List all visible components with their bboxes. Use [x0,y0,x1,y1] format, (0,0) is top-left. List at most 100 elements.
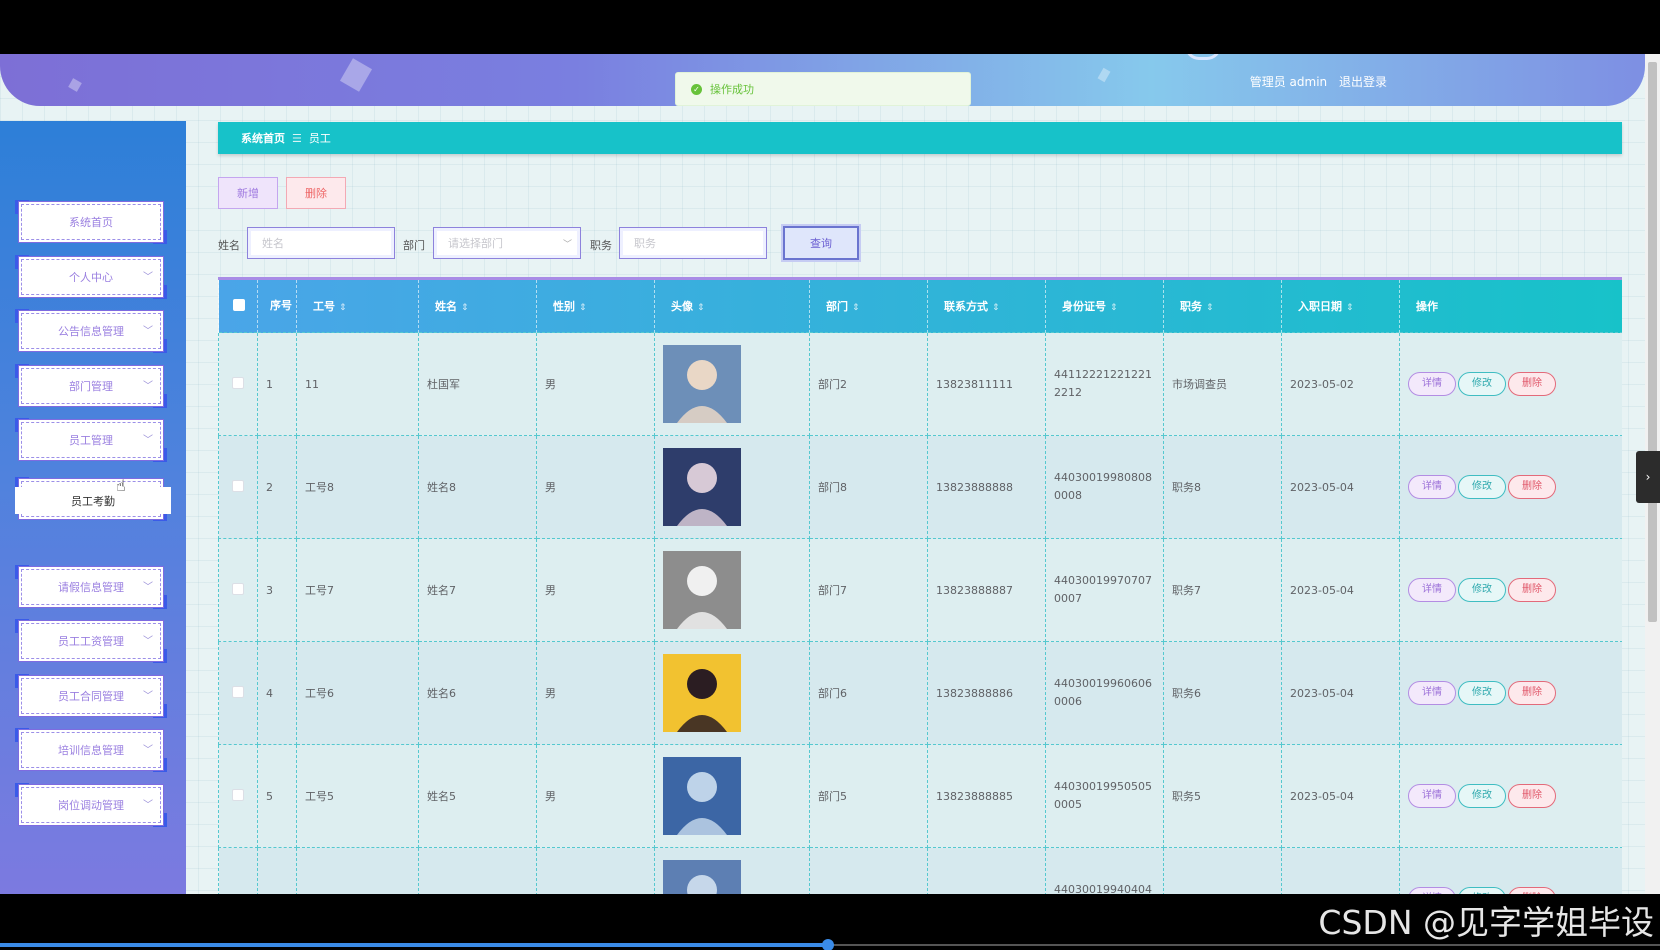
breadcrumb-home[interactable]: 系统首页 [241,130,285,146]
cell-name: 姓名5 [418,744,537,848]
sidebar-item-box[interactable]: 公告信息管理 [21,313,161,349]
detail-button[interactable]: 详情 [1408,578,1456,602]
sort-icon[interactable]: ⇕ [697,303,705,313]
header-gender[interactable]: 性别 ⇕ [536,277,655,333]
employee-avatar[interactable] [663,345,741,423]
chevron-down-icon: ﹀ [143,636,153,647]
sidebar-item-box[interactable]: 岗位调动管理 [21,787,161,823]
name-search-input[interactable]: 姓名 [247,227,395,259]
checkbox-icon[interactable] [232,479,244,492]
sidebar-item-6[interactable]: 请假信息管理 ﹀ [15,565,167,609]
employee-avatar[interactable] [663,757,741,835]
sidebar-item-10[interactable]: 岗位调动管理 ﹀ [15,783,167,827]
header-id-card[interactable]: 身份证号 ⇕ [1045,277,1164,333]
row-checkbox-cell[interactable] [218,847,258,894]
select-all-checkbox[interactable] [218,277,258,333]
edit-button[interactable]: 修改 [1458,578,1506,602]
sort-icon[interactable]: ⇕ [992,303,1000,313]
edit-button[interactable]: 修改 [1458,681,1506,705]
header-decoration [339,58,373,92]
sidebar-item-7[interactable]: 员工工资管理 ﹀ [15,619,167,663]
header-date[interactable]: 入职日期 ⇕ [1281,277,1400,333]
header-dept[interactable]: 部门 ⇕ [809,277,928,333]
header-phone[interactable]: 联系方式 ⇕ [927,277,1046,333]
batch-delete-button[interactable]: 删除 [286,177,346,209]
employee-avatar[interactable] [663,860,741,894]
sidebar-item-box[interactable]: 员工工资管理 [21,623,161,659]
delete-button[interactable]: 删除 [1508,475,1556,499]
checkbox-icon[interactable] [232,788,244,801]
detail-button[interactable]: 详情 [1408,784,1456,808]
sort-icon[interactable]: ⇕ [579,303,587,313]
row-checkbox-cell[interactable] [218,744,258,848]
sidebar-item-box[interactable]: 培训信息管理 [21,732,161,768]
row-checkbox-cell[interactable] [218,538,258,642]
checkbox-icon[interactable] [232,376,244,389]
cell-index: 2 [257,435,297,539]
delete-button[interactable]: 删除 [1508,887,1556,894]
scrollbar-thumb[interactable] [1648,62,1657,622]
sidebar-item-8[interactable]: 员工合同管理 ﹀ [15,674,167,718]
sort-icon[interactable]: ⇕ [1206,303,1214,313]
table-row: 440300199404040 详情修改删除 [218,847,1622,894]
row-checkbox-cell[interactable] [218,332,258,436]
sidebar-item-2[interactable]: 公告信息管理 ﹀ [15,309,167,353]
detail-button[interactable]: 详情 [1408,475,1456,499]
sidebar-item-box[interactable]: 个人中心 [21,259,161,295]
edit-button[interactable]: 修改 [1458,372,1506,396]
sidebar-item-box[interactable]: 部门管理 [21,368,161,404]
cell-dept: 部门6 [809,641,928,745]
row-checkbox-cell[interactable] [218,641,258,745]
dept-search-label: 部门 [403,239,425,252]
sidebar-item-0[interactable]: 系统首页 [15,200,167,244]
dept-select[interactable]: 请选择部门 ﹀ [433,227,581,259]
sort-icon[interactable]: ⇕ [1110,303,1118,313]
sort-icon[interactable]: ⇕ [339,303,347,313]
employee-avatar[interactable] [663,654,741,732]
cell-avatar [654,538,810,642]
logout-link[interactable]: 退出登录 [1339,75,1387,89]
delete-button[interactable]: 删除 [1508,372,1556,396]
sidebar-item-box[interactable]: 请假信息管理 [21,569,161,605]
submenu-item-attendance[interactable]: 员工考勤 [15,487,171,514]
header-name[interactable]: 姓名 ⇕ [418,277,537,333]
row-checkbox-cell[interactable] [218,435,258,539]
checkbox-icon[interactable] [232,685,244,698]
sidebar-item-box[interactable]: 员工管理 [21,422,161,458]
edit-button[interactable]: 修改 [1458,784,1506,808]
sort-icon[interactable]: ⇕ [1346,303,1354,313]
cell-phone: 13823888888 [927,435,1046,539]
detail-button[interactable]: 详情 [1408,372,1456,396]
delete-button[interactable]: 删除 [1508,578,1556,602]
sort-icon[interactable]: ⇕ [852,303,860,313]
sidebar-item-4[interactable]: 员工管理 ﹀ [15,418,167,462]
sidebar-item-3[interactable]: 部门管理 ﹀ [15,364,167,408]
header-job-no[interactable]: 工号 ⇕ [296,277,419,333]
sort-icon[interactable]: ⇕ [461,303,469,313]
chevron-right-icon[interactable]: › [1636,451,1660,503]
delete-button[interactable]: 删除 [1508,784,1556,808]
header-post[interactable]: 职务 ⇕ [1163,277,1282,333]
sidebar-item-9[interactable]: 培训信息管理 ﹀ [15,728,167,772]
edit-button[interactable]: 修改 [1458,475,1506,499]
employee-avatar[interactable] [663,551,741,629]
progress-handle[interactable] [822,939,834,950]
delete-button[interactable]: 删除 [1508,681,1556,705]
cell-avatar [654,332,810,436]
detail-button[interactable]: 详情 [1408,887,1456,894]
add-button[interactable]: 新增 [218,177,278,209]
cell-phone: 13823888887 [927,538,1046,642]
progress-track[interactable] [828,944,1660,946]
video-progress-bar[interactable] [0,943,828,947]
cell-date: 2023-05-04 [1281,641,1400,745]
post-search-input[interactable]: 职务 [619,227,767,259]
header-avatar[interactable]: 头像 ⇕ [654,277,810,333]
sidebar-item-box[interactable]: 系统首页 [21,204,161,240]
sidebar-item-1[interactable]: 个人中心 ﹀ [15,255,167,299]
checkbox-icon[interactable] [232,582,244,595]
detail-button[interactable]: 详情 [1408,681,1456,705]
employee-avatar[interactable] [663,448,741,526]
edit-button[interactable]: 修改 [1458,887,1506,894]
query-button[interactable]: 查询 [783,226,859,260]
sidebar-item-box[interactable]: 员工合同管理 [21,678,161,714]
